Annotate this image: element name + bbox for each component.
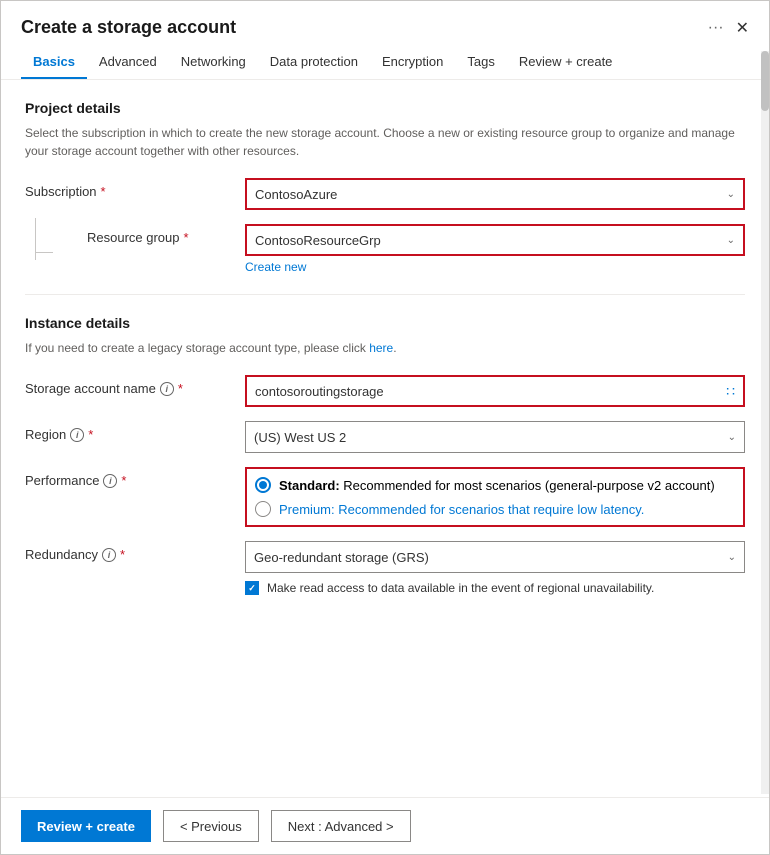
subscription-required: * xyxy=(101,184,106,199)
performance-standard-option[interactable]: Standard: Recommended for most scenarios… xyxy=(255,477,735,493)
storage-account-name-value: contosoroutingstorage xyxy=(255,384,384,399)
performance-info-icon[interactable]: i xyxy=(103,474,117,488)
standard-bold-label: Standard: xyxy=(279,478,340,493)
standard-radio-icon xyxy=(255,477,271,493)
region-value: (US) West US 2 xyxy=(254,430,346,445)
create-new-link[interactable]: Create new xyxy=(245,260,745,274)
instance-details-section: Instance details If you need to create a… xyxy=(25,315,745,595)
storage-name-required: * xyxy=(178,381,183,396)
redundancy-checkbox[interactable]: ✓ xyxy=(245,581,259,595)
tab-review-create[interactable]: Review + create xyxy=(507,46,625,79)
tab-encryption[interactable]: Encryption xyxy=(370,46,455,79)
main-content: Project details Select the subscription … xyxy=(1,80,769,797)
region-label-col: Region i * xyxy=(25,421,245,442)
performance-radio-container: Standard: Recommended for most scenarios… xyxy=(245,467,745,527)
storage-name-suffix-icon: ∷ xyxy=(726,383,735,400)
storage-account-name-label-col: Storage account name i * xyxy=(25,375,245,396)
next-button[interactable]: Next : Advanced > xyxy=(271,810,411,842)
subscription-value: ContosoAzure xyxy=(255,187,337,202)
tab-basics[interactable]: Basics xyxy=(21,46,87,79)
instance-details-title: Instance details xyxy=(25,315,745,331)
region-chevron-icon: ⌄ xyxy=(728,432,736,443)
redundancy-checkbox-row: ✓ Make read access to data available in … xyxy=(245,581,745,595)
region-group: Region i * (US) West US 2 ⌄ xyxy=(25,421,745,453)
redundancy-group: Redundancy i * Geo-redundant storage (GR… xyxy=(25,541,745,595)
close-button[interactable]: ✕ xyxy=(736,18,749,38)
performance-label-col: Performance i * xyxy=(25,467,245,488)
redundancy-select[interactable]: Geo-redundant storage (GRS) ⌄ xyxy=(245,541,745,573)
storage-account-name-group: Storage account name i * contosoroutings… xyxy=(25,375,745,407)
section-divider-1 xyxy=(25,294,745,295)
performance-required: * xyxy=(121,473,126,488)
project-details-section: Project details Select the subscription … xyxy=(25,100,745,274)
redundancy-chevron-icon: ⌄ xyxy=(728,552,736,563)
checkbox-check-icon: ✓ xyxy=(248,583,256,594)
resource-group-chevron-icon: ⌄ xyxy=(727,235,735,246)
storage-account-name-input[interactable]: contosoroutingstorage ∷ xyxy=(245,375,745,407)
tabs-bar: Basics Advanced Networking Data protecti… xyxy=(1,38,769,80)
tab-networking[interactable]: Networking xyxy=(169,46,258,79)
subscription-select[interactable]: ContosoAzure ⌄ xyxy=(245,178,745,210)
redundancy-required: * xyxy=(120,547,125,562)
create-storage-dialog: Create a storage account ··· ✕ Basics Ad… xyxy=(0,0,770,855)
region-select[interactable]: (US) West US 2 ⌄ xyxy=(245,421,745,453)
storage-account-name-control: contosoroutingstorage ∷ xyxy=(245,375,745,407)
legacy-storage-link[interactable]: here xyxy=(369,341,393,355)
tab-data-protection[interactable]: Data protection xyxy=(258,46,370,79)
resource-group-value: ContosoResourceGrp xyxy=(255,233,381,248)
performance-premium-option[interactable]: Premium: Recommended for scenarios that … xyxy=(255,501,735,517)
redundancy-control: Geo-redundant storage (GRS) ⌄ ✓ Make rea… xyxy=(245,541,745,595)
project-details-title: Project details xyxy=(25,100,745,116)
instance-details-description: If you need to create a legacy storage a… xyxy=(25,339,745,357)
storage-account-name-label: Storage account name xyxy=(25,381,156,396)
redundancy-label: Redundancy xyxy=(25,547,98,562)
dialog-footer: Review + create < Previous Next : Advanc… xyxy=(1,797,769,854)
tab-advanced[interactable]: Advanced xyxy=(87,46,169,79)
scrollbar-track[interactable] xyxy=(761,51,769,794)
instance-desc-suffix: . xyxy=(393,341,396,355)
region-label: Region xyxy=(25,427,66,442)
resource-group-select[interactable]: ContosoResourceGrp ⌄ xyxy=(245,224,745,256)
dialog-header: Create a storage account ··· ✕ xyxy=(1,1,769,38)
redundancy-value: Geo-redundant storage (GRS) xyxy=(254,550,429,565)
subscription-label: Subscription * xyxy=(25,178,245,199)
review-create-button[interactable]: Review + create xyxy=(21,810,151,842)
scrollbar-thumb[interactable] xyxy=(761,51,769,111)
performance-label: Performance xyxy=(25,473,99,488)
performance-premium-label: Premium: Recommended for scenarios that … xyxy=(279,502,644,517)
previous-button[interactable]: < Previous xyxy=(163,810,259,842)
subscription-group: Subscription * ContosoAzure ⌄ xyxy=(25,178,745,210)
resource-group-label-col: Resource group * xyxy=(25,224,245,245)
redundancy-checkbox-label: Make read access to data available in th… xyxy=(267,581,654,595)
redundancy-label-col: Redundancy i * xyxy=(25,541,245,562)
performance-control: Standard: Recommended for most scenarios… xyxy=(245,467,745,527)
region-required: * xyxy=(88,427,93,442)
instance-desc-prefix: If you need to create a legacy storage a… xyxy=(25,341,369,355)
performance-standard-label: Standard: Recommended for most scenarios… xyxy=(279,478,715,493)
dialog-header-actions: ··· ✕ xyxy=(708,18,749,38)
subscription-control: ContosoAzure ⌄ xyxy=(245,178,745,210)
resource-group-group: Resource group * ContosoResourceGrp ⌄ Cr… xyxy=(25,224,745,274)
region-control: (US) West US 2 ⌄ xyxy=(245,421,745,453)
standard-rest-label: Recommended for most scenarios (general-… xyxy=(343,478,714,493)
resource-group-control: ContosoResourceGrp ⌄ Create new xyxy=(245,224,745,274)
redundancy-info-icon[interactable]: i xyxy=(102,548,116,562)
subscription-chevron-icon: ⌄ xyxy=(727,189,735,200)
project-details-description: Select the subscription in which to crea… xyxy=(25,124,745,160)
standard-radio-dot xyxy=(259,481,267,489)
premium-radio-icon xyxy=(255,501,271,517)
region-info-icon[interactable]: i xyxy=(70,428,84,442)
performance-group: Performance i * Standard: xyxy=(25,467,745,527)
more-options-icon[interactable]: ··· xyxy=(708,19,724,37)
storage-name-info-icon[interactable]: i xyxy=(160,382,174,396)
dialog-title: Create a storage account xyxy=(21,17,236,38)
tab-tags[interactable]: Tags xyxy=(455,46,506,79)
resource-group-required: * xyxy=(184,230,189,245)
performance-radio-group: Standard: Recommended for most scenarios… xyxy=(255,477,735,517)
